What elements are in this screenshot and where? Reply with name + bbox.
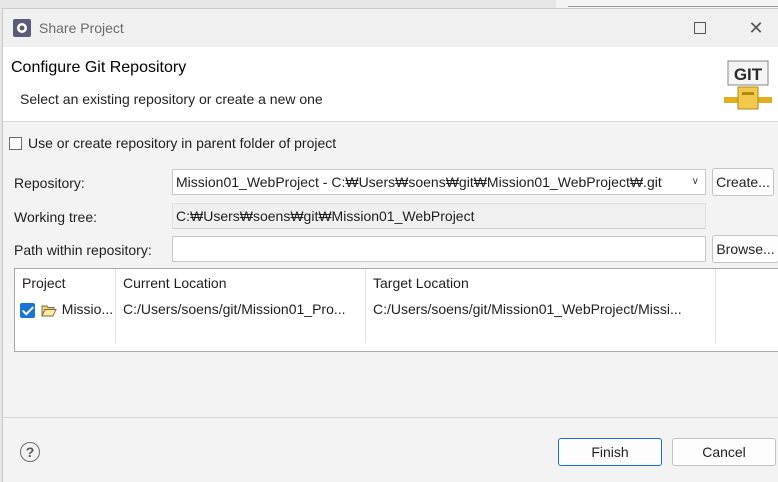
maximize-button[interactable] <box>680 15 720 41</box>
repository-value: Mission01_WebProject - C:₩Users₩soens₩gi… <box>176 174 662 190</box>
row-target-location: C:/Users/soens/git/Mission01_WebProject/… <box>366 297 716 343</box>
row-project-name: Missio... <box>61 301 114 317</box>
wizard-banner: Configure Git Repository Select an exist… <box>3 47 778 122</box>
projects-table: Project Current Location Target Location… <box>14 268 778 352</box>
banner-title: Configure Git Repository <box>11 59 187 76</box>
browse-button[interactable]: Browse... <box>712 235 778 263</box>
repository-combo[interactable]: Mission01_WebProject - C:₩Users₩soens₩gi… <box>172 169 706 195</box>
create-button[interactable]: Create... <box>712 168 774 196</box>
use-parent-repo-label: Use or create repository in parent folde… <box>28 135 337 151</box>
row-current-location: C:/Users/soens/git/Mission01_Pro... <box>116 297 366 343</box>
path-within-repo-label: Path within repository: <box>14 242 152 258</box>
column-header-target-location[interactable]: Target Location <box>366 269 716 297</box>
wizard-content: Use or create repository in parent folde… <box>3 122 778 482</box>
dialog-title: Share Project <box>39 20 124 36</box>
column-header-current-location[interactable]: Current Location <box>116 269 366 297</box>
git-logo-text: GIT <box>734 65 763 84</box>
close-button[interactable]: ✕ <box>736 15 776 41</box>
use-parent-repo-option[interactable]: Use or create repository in parent folde… <box>9 135 336 151</box>
maximize-icon <box>694 22 706 34</box>
banner-description: Select an existing repository or create … <box>20 91 323 107</box>
share-project-dialog: Share Project ✕ Configure Git Repository… <box>2 8 778 482</box>
row-checkbox[interactable] <box>20 302 35 318</box>
working-tree-field: C:₩Users₩soens₩git₩Mission01_WebProject <box>172 203 706 229</box>
background-divider <box>568 6 778 7</box>
help-symbol: ? <box>25 444 35 460</box>
open-folder-icon <box>41 305 57 317</box>
finish-button[interactable]: Finish <box>558 438 662 466</box>
help-icon[interactable]: ? <box>20 442 40 462</box>
table-row[interactable]: Missio... <box>15 297 116 343</box>
repository-label: Repository: <box>14 175 85 191</box>
title-bar[interactable]: Share Project ✕ <box>3 9 778 47</box>
column-header-project[interactable]: Project <box>15 269 116 297</box>
close-icon: ✕ <box>748 17 764 38</box>
path-within-repo-input[interactable] <box>172 236 706 262</box>
working-tree-label: Working tree: <box>14 209 97 225</box>
chevron-down-icon: ∨ <box>691 176 699 187</box>
git-logo-icon: GIT <box>724 60 772 110</box>
use-parent-repo-checkbox[interactable] <box>9 136 22 150</box>
cancel-button[interactable]: Cancel <box>672 438 776 466</box>
eclipse-gear-icon <box>13 19 31 37</box>
footer-divider <box>3 417 778 418</box>
